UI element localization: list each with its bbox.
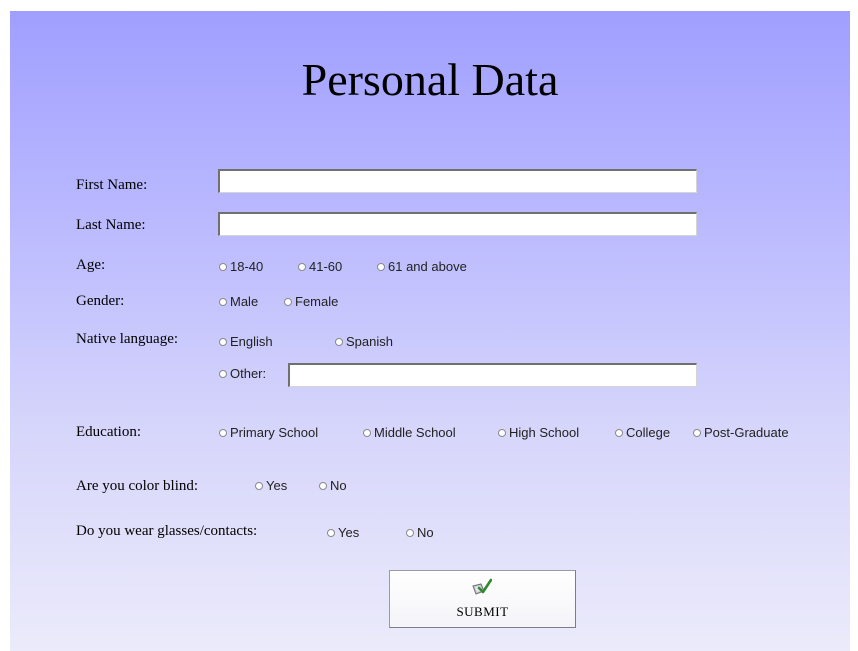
radio-icon[interactable] [363, 428, 371, 437]
radio-icon[interactable] [693, 428, 701, 437]
age-option-61-and-above[interactable]: 61 and above [377, 259, 467, 274]
radio-icon[interactable] [219, 337, 227, 346]
radio-icon[interactable] [298, 262, 306, 271]
education-option-label: Post-Graduate [704, 425, 789, 440]
color-blind-option-label: No [330, 478, 347, 493]
radio-icon[interactable] [319, 481, 327, 490]
radio-icon[interactable] [498, 428, 506, 437]
submit-label: SUBMIT [456, 604, 509, 619]
education-option-post-graduate[interactable]: Post-Graduate [693, 425, 789, 440]
glasses-option-label: No [417, 525, 434, 540]
age-option-label: 18-40 [230, 259, 264, 274]
gender-option-male[interactable]: Male [219, 294, 258, 309]
age-option-18-40[interactable]: 18-40 [219, 259, 263, 274]
radio-icon[interactable] [406, 528, 414, 537]
age-label: Age: [76, 257, 106, 273]
form-panel: Personal Data First Name: Last Name: Age… [10, 11, 850, 651]
education-option-label: Primary School [230, 425, 319, 440]
gender-option-label: Male [230, 294, 259, 309]
age-option-label: 41-60 [309, 259, 343, 274]
education-option-primary-school[interactable]: Primary School [219, 425, 318, 440]
gender-option-female[interactable]: Female [284, 294, 338, 309]
radio-icon[interactable] [284, 297, 292, 306]
submit-button[interactable]: SUBMIT [389, 570, 576, 628]
radio-icon[interactable] [335, 337, 343, 346]
radio-icon[interactable] [219, 369, 227, 378]
page-title: Personal Data [301, 54, 559, 105]
radio-icon[interactable] [377, 262, 385, 271]
native-language-label: Native language: [76, 331, 179, 347]
education-option-college[interactable]: College [615, 425, 670, 440]
education-option-label: High School [509, 425, 580, 440]
language-option-spanish[interactable]: Spanish [335, 334, 393, 349]
radio-icon[interactable] [219, 297, 227, 306]
color-blind-option-label: Yes [266, 478, 288, 493]
radio-icon[interactable] [255, 481, 263, 490]
education-option-high-school[interactable]: High School [498, 425, 579, 440]
language-option-label: English [230, 334, 273, 349]
color-blind-label: Are you color blind: [76, 478, 199, 494]
last-name-input[interactable] [218, 212, 697, 236]
submit-checkmark-icon [470, 577, 493, 597]
last-name-label: Last Name: [76, 217, 146, 233]
language-option-other[interactable]: Other: [219, 366, 266, 381]
radio-icon[interactable] [219, 428, 227, 437]
age-option-label: 61 and above [388, 259, 467, 274]
radio-icon[interactable] [327, 528, 335, 537]
language-option-label: Other: [230, 366, 267, 381]
gender-label: Gender: [76, 293, 125, 309]
language-option-label: Spanish [346, 334, 393, 349]
education-option-label: College [626, 425, 671, 440]
language-other-input[interactable] [288, 363, 697, 387]
color-blind-option-no[interactable]: No [319, 478, 347, 493]
radio-icon[interactable] [615, 428, 623, 437]
gender-option-label: Female [295, 294, 339, 309]
education-option-label: Middle School [374, 425, 456, 440]
language-option-english[interactable]: English [219, 334, 273, 349]
age-option-41-60[interactable]: 41-60 [298, 259, 342, 274]
education-label: Education: [76, 424, 141, 440]
first-name-label: First Name: [76, 177, 148, 193]
first-name-input[interactable] [218, 169, 697, 193]
glasses-option-yes[interactable]: Yes [327, 525, 359, 540]
glasses-option-label: Yes [338, 525, 360, 540]
education-option-middle-school[interactable]: Middle School [363, 425, 456, 440]
glasses-label: Do you wear glasses/contacts: [76, 523, 258, 539]
glasses-option-no[interactable]: No [406, 525, 434, 540]
radio-icon[interactable] [219, 262, 227, 271]
color-blind-option-yes[interactable]: Yes [255, 478, 287, 493]
